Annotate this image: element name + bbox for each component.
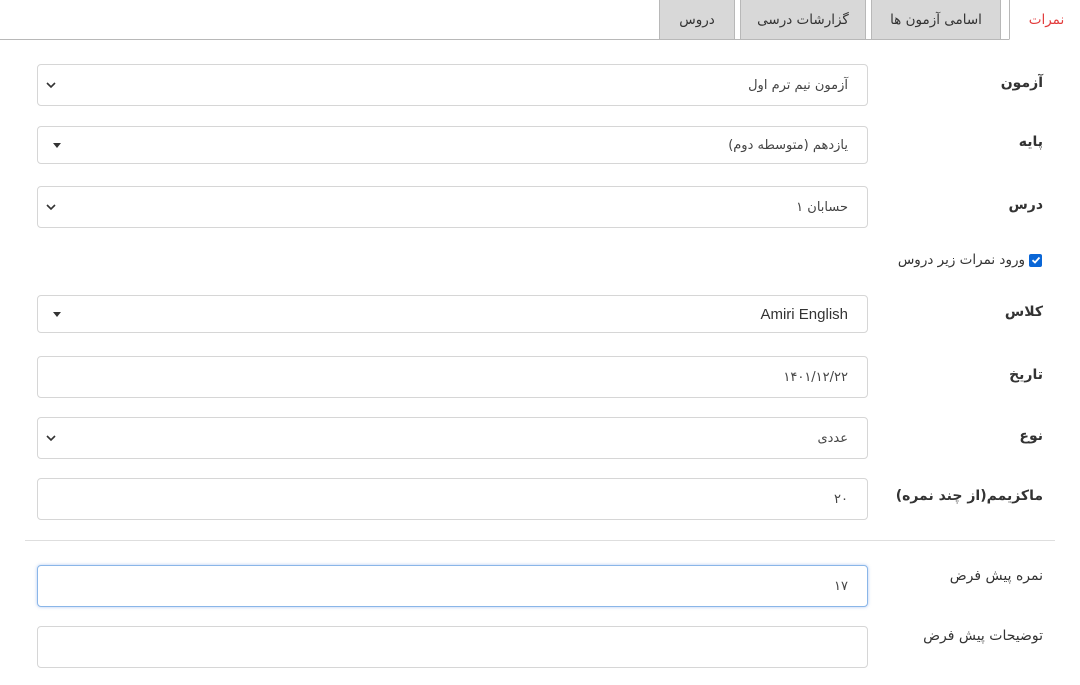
tab-courses-label: دروس <box>679 11 715 28</box>
type-select-value: عددی <box>817 430 848 446</box>
tab-courses[interactable]: دروس <box>659 0 735 39</box>
exam-label: آزمون <box>1000 75 1043 91</box>
date-label: تاریخ <box>1009 367 1043 383</box>
chevron-down-icon <box>46 204 56 211</box>
max-score-input-value: ۲۰ <box>834 491 848 507</box>
date-input-value: ۱۴۰۱/۱۲/۲۲ <box>783 369 848 385</box>
course-select[interactable]: حسابان ۱ <box>37 186 868 228</box>
section-divider <box>25 540 1055 541</box>
tab-course-reports-label: گزارشات درسی <box>757 11 849 28</box>
type-select[interactable]: عددی <box>37 417 868 459</box>
class-select-value: Amiri English <box>760 305 848 323</box>
caret-down-icon <box>53 143 61 148</box>
type-label: نوع <box>1019 428 1043 444</box>
default-score-label: نمره پیش فرض <box>949 568 1043 584</box>
exam-select-value: آزمون نیم ترم اول <box>748 77 848 93</box>
chevron-down-icon <box>46 435 56 442</box>
max-score-label: ماکزیمم(از چند نمره) <box>895 488 1043 504</box>
default-score-input[interactable]: ۱۷ <box>37 565 868 607</box>
course-select-value: حسابان ۱ <box>796 199 848 215</box>
date-input[interactable]: ۱۴۰۱/۱۲/۲۲ <box>37 356 868 398</box>
grade-select[interactable]: یازدهم (متوسطه دوم) <box>37 126 868 164</box>
tab-bar: دروس گزارشات درسی اسامی آزمون ها نمرات <box>0 0 1080 40</box>
tab-grades[interactable]: نمرات <box>1009 0 1080 40</box>
tab-exam-names[interactable]: اسامی آزمون ها <box>871 0 1001 39</box>
grade-select-value: یازدهم (متوسطه دوم) <box>728 137 848 153</box>
default-score-input-value: ۱۷ <box>834 578 848 594</box>
subcourse-scores-toggle[interactable]: ورود نمرات زیر دروس <box>898 252 1042 268</box>
max-score-input[interactable]: ۲۰ <box>37 478 868 520</box>
tab-exam-names-label: اسامی آزمون ها <box>890 11 982 28</box>
tab-grades-label: نمرات <box>1028 11 1065 28</box>
class-label: کلاس <box>1004 304 1043 320</box>
default-description-label: توضیحات پیش فرض <box>923 628 1043 644</box>
tab-bar-underline <box>0 39 1080 40</box>
grade-label: پایه <box>1018 134 1043 150</box>
tab-course-reports[interactable]: گزارشات درسی <box>740 0 866 39</box>
subcourse-scores-checkbox[interactable] <box>1029 253 1042 267</box>
exam-select[interactable]: آزمون نیم ترم اول <box>37 64 868 106</box>
subcourse-scores-label: ورود نمرات زیر دروس <box>897 252 1025 268</box>
course-label: درس <box>1008 197 1043 213</box>
class-select[interactable]: Amiri English <box>37 295 868 333</box>
chevron-down-icon <box>46 82 56 89</box>
checkmark-icon <box>1031 256 1040 264</box>
default-description-input[interactable] <box>37 626 868 668</box>
caret-down-icon <box>53 312 61 317</box>
